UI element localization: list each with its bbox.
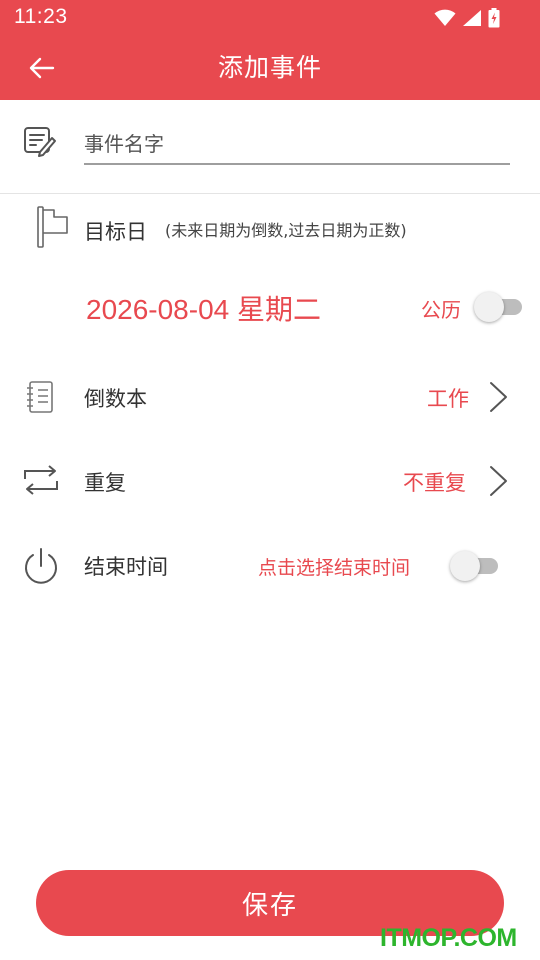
- edit-note-icon: [22, 124, 58, 162]
- calendar-type-label: 公历: [421, 298, 461, 322]
- target-date[interactable]: 2026-08-04 星期二: [86, 288, 321, 328]
- wifi-icon: [434, 9, 456, 26]
- repeat-label: 重复: [84, 471, 126, 495]
- divider: [0, 193, 540, 194]
- end-time-label: 结束时间: [84, 555, 168, 579]
- status-icons: [434, 8, 500, 28]
- watermark: ITMOP.COM: [380, 924, 517, 952]
- notebook-icon: [26, 380, 56, 418]
- toggle-thumb: [474, 292, 504, 322]
- lunar-calendar-toggle[interactable]: [474, 292, 522, 322]
- end-time-row[interactable]: 结束时间 点击选择结束时间: [0, 538, 540, 594]
- chevron-right-icon: [490, 382, 507, 412]
- countdown-book-value: 工作: [427, 387, 469, 411]
- toggle-thumb: [450, 551, 480, 581]
- event-name-input[interactable]: [84, 125, 510, 165]
- battery-icon: [488, 8, 500, 28]
- target-day-label: 目标日: [84, 220, 147, 244]
- power-icon: [22, 546, 60, 590]
- repeat-row[interactable]: 重复 不重复: [0, 454, 540, 510]
- repeat-icon: [22, 464, 60, 500]
- countdown-book-row[interactable]: 倒数本 工作: [0, 370, 540, 426]
- app-bar: 11:23 添加事件: [0, 0, 540, 100]
- flag-icon: [36, 205, 70, 253]
- status-time: 11:23: [14, 5, 68, 28]
- signal-icon: [463, 10, 481, 26]
- repeat-value: 不重复: [403, 471, 466, 495]
- end-time-value[interactable]: 点击选择结束时间: [258, 553, 410, 580]
- chevron-right-icon: [490, 466, 507, 496]
- target-day-hint: (未来日期为倒数,过去日期为正数): [165, 221, 407, 240]
- countdown-book-label: 倒数本: [84, 387, 147, 411]
- end-time-toggle[interactable]: [450, 551, 498, 581]
- page-title: 添加事件: [217, 53, 322, 82]
